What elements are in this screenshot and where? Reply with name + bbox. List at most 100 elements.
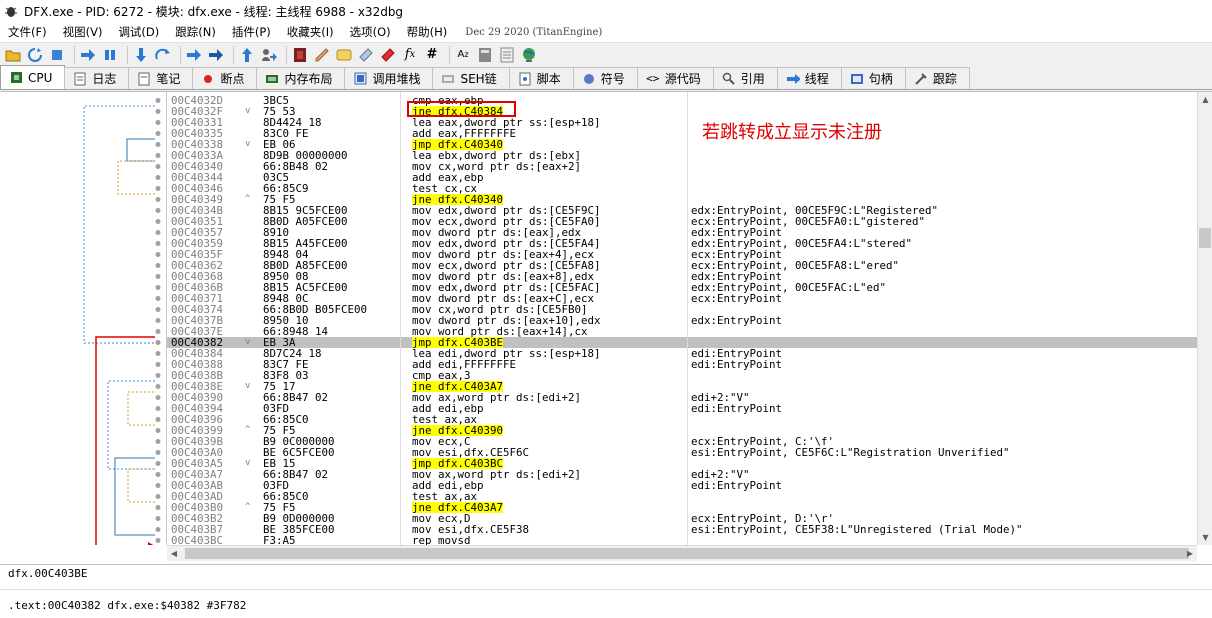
disassembly-row[interactable]: 00C403AB 03FD add edi,ebp edi:EntryPoint bbox=[167, 480, 1197, 491]
row-bullet[interactable] bbox=[155, 98, 161, 103]
disassembly-row[interactable]: 00C40335 83C0 FE add eax,FFFFFFFE bbox=[167, 128, 1197, 139]
execute-till-return-icon[interactable] bbox=[238, 46, 256, 64]
row-bullet[interactable] bbox=[155, 219, 161, 224]
disassembly-row[interactable]: 00C40374 66:8B0D B05FCE00 mov cx,word ptr … bbox=[167, 304, 1197, 315]
disassembly-row[interactable]: 00C403B7 BE 385FCE00 mov esi,dfx.CE5F38 esi… bbox=[167, 524, 1197, 535]
close-icon[interactable] bbox=[48, 46, 66, 64]
step-over-icon[interactable] bbox=[154, 46, 172, 64]
row-bullet[interactable] bbox=[155, 362, 161, 367]
disassembly-row[interactable]: 00C40340 66:8B48 02 mov cx,word ptr ds:[ea… bbox=[167, 161, 1197, 172]
menu-favourites[interactable]: 收藏夹(I) bbox=[279, 22, 342, 42]
disassembly-row[interactable]: 00C403BC F3:A5 rep movsd bbox=[167, 535, 1197, 545]
row-bullet[interactable] bbox=[155, 296, 161, 301]
row-bullet[interactable] bbox=[155, 461, 161, 466]
row-bullet[interactable] bbox=[155, 164, 161, 169]
function-icon[interactable] bbox=[379, 46, 397, 64]
disassembly-row[interactable]: 00C40362 8B0D A85FCE00 mov ecx,dword ptr d… bbox=[167, 260, 1197, 271]
disassembly-row[interactable]: 00C40346 66:85C9 test cx,cx bbox=[167, 183, 1197, 194]
disassembly-row[interactable]: 00C40331 8D4424 18 lea eax,dword ptr ss:[e… bbox=[167, 117, 1197, 128]
disassembly-row[interactable]: 00C4037E 66:8948 14 mov word ptr ds:[eax+1… bbox=[167, 326, 1197, 337]
tab-seh[interactable]: SEH链 bbox=[432, 67, 510, 89]
row-bullet[interactable] bbox=[155, 439, 161, 444]
trace-into-icon[interactable] bbox=[185, 46, 203, 64]
row-bullet[interactable] bbox=[155, 120, 161, 125]
trace-over-icon[interactable] bbox=[207, 46, 225, 64]
row-bullet[interactable] bbox=[155, 208, 161, 213]
row-bullet[interactable] bbox=[155, 285, 161, 290]
memory-icon[interactable] bbox=[498, 46, 516, 64]
globe-icon[interactable] bbox=[520, 46, 538, 64]
row-bullet[interactable] bbox=[155, 340, 161, 345]
disassembly-row[interactable]: 00C4036B 8B15 AC5FCE00 mov edx,dword ptr d… bbox=[167, 282, 1197, 293]
tab-threads[interactable]: 线程 bbox=[776, 67, 842, 89]
label-icon[interactable] bbox=[335, 46, 353, 64]
scroll-up-icon[interactable]: ▲ bbox=[1198, 92, 1212, 107]
disassembly-row[interactable]: 00C40351 8B0D A05FCE00 mov ecx,dword ptr d… bbox=[167, 216, 1197, 227]
disassembly-row[interactable]: 00C403AD 66:85C0 test ax,ax bbox=[167, 491, 1197, 502]
row-bullet[interactable] bbox=[155, 406, 161, 411]
row-bullet[interactable] bbox=[155, 175, 161, 180]
disassembly-row[interactable]: 00C40394 03FD add edi,ebp edi:EntryPoint bbox=[167, 403, 1197, 414]
run-to-user-code-icon[interactable] bbox=[260, 46, 278, 64]
calculator-icon[interactable] bbox=[476, 46, 494, 64]
disassembly-row[interactable]: 00C40384 8D7C24 18 lea edi,dword ptr ss:[e… bbox=[167, 348, 1197, 359]
row-bullet[interactable] bbox=[155, 109, 161, 114]
row-bullet[interactable] bbox=[155, 505, 161, 510]
row-bullet[interactable] bbox=[155, 450, 161, 455]
row-bullet[interactable] bbox=[155, 428, 161, 433]
tab-call-stack[interactable]: 调用堆栈 bbox=[344, 67, 434, 89]
vertical-scrollbar[interactable]: ▲ ▼ bbox=[1197, 92, 1212, 545]
disassembly-row[interactable]: 00C4038B 83F8 03 cmp eax,3 bbox=[167, 370, 1197, 381]
row-bullet[interactable] bbox=[155, 318, 161, 323]
tab-log[interactable]: 日志 bbox=[64, 67, 130, 89]
strings-icon[interactable]: Az bbox=[454, 46, 472, 64]
row-bullet[interactable] bbox=[155, 230, 161, 235]
tab-notes[interactable]: 笔记 bbox=[128, 67, 194, 89]
disassembly-row[interactable]: 00C4032D 3BC5 cmp eax,ebp bbox=[167, 95, 1197, 106]
disassembly-rows[interactable]: 00C4032D 3BC5 cmp eax,ebp 00C4032F v 75 53 jne… bbox=[167, 92, 1197, 545]
disassembly-row[interactable]: 00C40390 66:8B47 02 mov ax,word ptr ds:[ed… bbox=[167, 392, 1197, 403]
bookmark-icon[interactable] bbox=[357, 46, 375, 64]
row-bullet[interactable] bbox=[155, 538, 161, 543]
row-bullet[interactable] bbox=[155, 142, 161, 147]
row-bullet[interactable] bbox=[155, 197, 161, 202]
tab-memory-map[interactable]: 内存布局 bbox=[256, 67, 346, 89]
disassembly-row[interactable]: 00C403A7 66:8B47 02 mov ax,word ptr ds:[ed… bbox=[167, 469, 1197, 480]
tab-handles[interactable]: 句柄 bbox=[840, 67, 906, 89]
row-bullet[interactable] bbox=[155, 307, 161, 312]
row-bullet[interactable] bbox=[155, 395, 161, 400]
run-icon[interactable] bbox=[79, 46, 97, 64]
row-bullet[interactable] bbox=[155, 263, 161, 268]
row-bullet[interactable] bbox=[155, 329, 161, 334]
row-bullet[interactable] bbox=[155, 384, 161, 389]
row-bullet[interactable] bbox=[155, 351, 161, 356]
menu-file[interactable]: 文件(F) bbox=[0, 22, 55, 42]
menu-debug[interactable]: 调试(D) bbox=[110, 22, 167, 42]
tab-source[interactable]: <> 源代码 bbox=[636, 67, 714, 89]
scroll-left-icon[interactable]: ◀ bbox=[167, 546, 181, 561]
step-into-icon[interactable] bbox=[132, 46, 150, 64]
horizontal-scrollbar[interactable]: ◀ ▶ bbox=[167, 545, 1197, 561]
row-bullet[interactable] bbox=[155, 373, 161, 378]
row-bullet[interactable] bbox=[155, 472, 161, 477]
disassembly-row[interactable]: 00C40388 83C7 FE add edi,FFFFFFFE edi:Entry… bbox=[167, 359, 1197, 370]
row-bullet[interactable] bbox=[155, 274, 161, 279]
fx-icon[interactable]: fx bbox=[401, 46, 419, 64]
row-bullet[interactable] bbox=[155, 131, 161, 136]
vertical-scroll-thumb[interactable] bbox=[1199, 228, 1211, 248]
disassembly-row[interactable]: 00C40396 66:85C0 test ax,ax bbox=[167, 414, 1197, 425]
menu-plugins[interactable]: 插件(P) bbox=[224, 22, 279, 42]
row-bullet[interactable] bbox=[155, 252, 161, 257]
row-bullet[interactable] bbox=[155, 527, 161, 532]
open-icon[interactable] bbox=[4, 46, 22, 64]
menu-view[interactable]: 视图(V) bbox=[55, 22, 111, 42]
row-bullet[interactable] bbox=[155, 483, 161, 488]
comment-icon[interactable] bbox=[313, 46, 331, 64]
disassembly-row[interactable]: 00C40359 8B15 A45FCE00 mov edx,dword ptr d… bbox=[167, 238, 1197, 249]
scroll-down-icon[interactable]: ▼ bbox=[1198, 530, 1212, 545]
tab-references[interactable]: 引用 bbox=[712, 67, 778, 89]
menu-trace[interactable]: 跟踪(N) bbox=[167, 22, 224, 42]
horizontal-scroll-thumb[interactable] bbox=[185, 548, 1189, 559]
disassembly-row[interactable]: 00C403A0 BE 6C5FCE00 mov esi,dfx.CE5F6C esi… bbox=[167, 447, 1197, 458]
row-bullet[interactable] bbox=[155, 153, 161, 158]
